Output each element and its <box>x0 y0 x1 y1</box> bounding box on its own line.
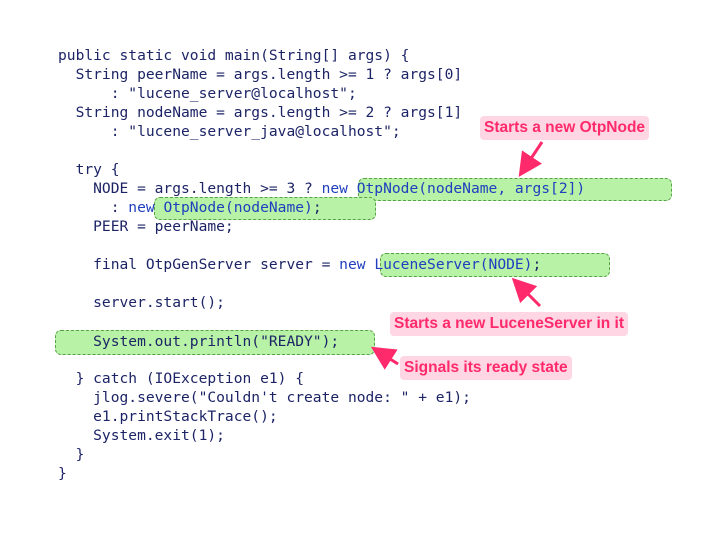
code-line-8-prefix: NODE = args.length >= 3 ? <box>58 180 322 197</box>
arrow-ready-icon <box>370 346 399 370</box>
code-line-12: final OtpGenServer server = new LuceneSe… <box>58 255 541 274</box>
code-line-4: String nodeName = args.length >= 2 ? arg… <box>58 104 463 121</box>
code-line-23: } <box>58 465 67 482</box>
code-line-7: try { <box>58 161 120 178</box>
code-line-3: : "lucene_server@localhost"; <box>58 85 357 102</box>
code-line-9: : new OtpNode(nodeName); <box>58 198 322 217</box>
arrow-luceneserver-icon <box>511 277 542 308</box>
code-line-9-suffix: ; <box>312 199 322 216</box>
callout-starts-luceneserver: Starts a new LuceneServer in it <box>390 312 629 336</box>
callout-ready-state: Signals its ready state <box>400 356 572 380</box>
code-new-otpnode-name: new OtpNode(nodeName) <box>128 199 313 216</box>
code-slide: public static void main(String[] args) {… <box>0 0 726 546</box>
code-new-otpnode-args: new OtpNode(nodeName, args[2]) <box>321 180 586 197</box>
code-line-10: PEER = peerName; <box>58 218 234 235</box>
code-line-19: jlog.severe("Couldn't create node: " + e… <box>58 389 471 406</box>
callout-starts-otpnode: Starts a new OtpNode <box>480 116 650 140</box>
code-line-22: } <box>58 446 85 463</box>
code-line-5: : "lucene_server_java@localhost"; <box>58 123 401 140</box>
code-new-luceneserver: new LuceneServer(NODE) <box>339 256 533 273</box>
code-line-21: System.exit(1); <box>58 427 225 444</box>
arrow-otpnode-icon <box>518 141 544 177</box>
code-line-8: NODE = args.length >= 3 ? new OtpNode(no… <box>58 179 585 198</box>
code-line-18: } catch (IOException e1) { <box>58 370 305 387</box>
code-line-12-prefix: final OtpGenServer server = <box>58 256 340 273</box>
code-line-9-prefix: : <box>58 199 129 216</box>
code-line-20: e1.printStackTrace(); <box>58 408 278 425</box>
code-line-1: public static void main(String[] args) { <box>58 47 410 64</box>
code-line-12-suffix: ; <box>532 256 542 273</box>
code-line-14: server.start(); <box>58 294 225 311</box>
code-line-2: String peerName = args.length >= 1 ? arg… <box>58 66 463 83</box>
code-line-16: System.out.println("READY"); <box>58 333 340 350</box>
